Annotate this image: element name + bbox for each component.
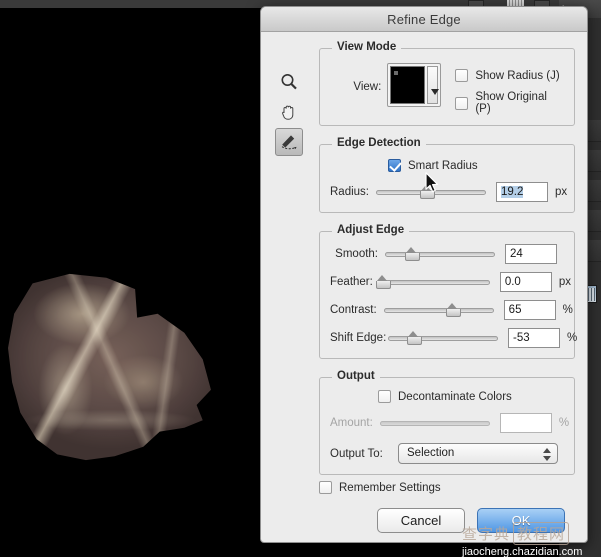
show-radius-row[interactable]: Show Radius (J) [455, 69, 564, 82]
remember-settings-row[interactable]: Remember Settings [319, 481, 575, 494]
hand-icon [279, 102, 299, 122]
shift-edge-slider-thumb[interactable] [407, 331, 420, 344]
watermark: 查字典教程网 jiaocheng.chazidian.com [462, 522, 601, 557]
radius-slider-thumb[interactable] [420, 185, 433, 198]
amount-input [500, 413, 552, 433]
contrast-row: Contrast: 65 % [330, 300, 564, 320]
decontaminate-colors-label: Decontaminate Colors [398, 391, 512, 403]
watermark-cn-right: 教程网 [513, 522, 569, 545]
magnifier-icon [279, 72, 299, 92]
dialog-titlebar[interactable]: Refine Edge [261, 7, 587, 32]
view-dropdown-arrow-icon[interactable] [427, 66, 439, 104]
view-checkboxes: Show Radius (J) Show Original (P) [455, 63, 564, 115]
adjust-edge-title: Adjust Edge [332, 224, 409, 236]
output-group: Output Decontaminate Colors Amount: % Ou… [319, 377, 575, 475]
output-to-row: Output To: Selection [330, 443, 564, 464]
watermark-cn-left: 查字典 [462, 525, 510, 543]
smart-radius-row[interactable]: Smart Radius [388, 159, 564, 172]
view-mode-group: View Mode View: Show Radius (J) [319, 48, 575, 126]
feather-input[interactable]: 0.0 [500, 272, 552, 292]
show-original-label: Show Original (P) [475, 91, 564, 115]
contrast-slider[interactable] [384, 302, 494, 318]
contrast-unit: % [563, 304, 573, 316]
view-preview-picker[interactable] [387, 63, 441, 107]
contrast-slider-thumb[interactable] [446, 303, 459, 316]
remember-settings-checkbox[interactable] [319, 481, 332, 494]
show-radius-label: Show Radius (J) [475, 70, 559, 82]
shift-edge-label: Shift Edge: [330, 332, 388, 344]
show-radius-checkbox[interactable] [455, 69, 468, 82]
output-to-value: Selection [407, 447, 454, 459]
edge-detection-group: Edge Detection Smart Radius Radius: 19.2… [319, 144, 575, 213]
zoom-tool[interactable] [275, 68, 303, 96]
hand-tool[interactable] [275, 98, 303, 126]
shift-edge-slider-track[interactable] [388, 336, 498, 341]
amount-row: Amount: % [330, 413, 564, 433]
feather-label: Feather: [330, 276, 380, 288]
view-label: View: [330, 63, 387, 93]
smooth-input[interactable]: 24 [505, 244, 557, 264]
output-title: Output [332, 370, 380, 382]
contrast-label: Contrast: [330, 304, 384, 316]
output-to-select[interactable]: Selection [398, 443, 558, 464]
smart-radius-checkbox[interactable] [388, 159, 401, 172]
radius-input[interactable]: 19.2 [496, 182, 548, 202]
refine-edge-dialog: Refine Edge [260, 6, 588, 543]
radius-value: 19.2 [501, 186, 523, 198]
decontaminate-colors-checkbox[interactable] [378, 390, 391, 403]
feather-row: Feather: 0.0 px [330, 272, 564, 292]
adjust-edge-group: Adjust Edge Smooth: 24 Feather: [319, 231, 575, 359]
decontaminate-row[interactable]: Decontaminate Colors [378, 390, 564, 403]
shift-edge-unit: % [567, 332, 577, 344]
remember-settings-label: Remember Settings [339, 482, 441, 494]
amount-slider [380, 415, 490, 431]
smooth-row: Smooth: 24 [330, 244, 564, 264]
watermark-url: jiaocheng.chazidian.com [462, 546, 601, 557]
feather-slider-track[interactable] [380, 280, 490, 285]
screen: ber Refine Edge [0, 0, 601, 557]
view-preview-swatch[interactable] [390, 66, 424, 104]
smooth-slider[interactable] [385, 246, 495, 262]
smooth-slider-thumb[interactable] [405, 247, 418, 260]
refine-brush-icon [279, 132, 299, 152]
view-row: View: Show Radius (J) Show Original (P) [330, 63, 564, 115]
rock-image [8, 272, 213, 462]
dialog-title: Refine Edge [387, 12, 461, 27]
amount-unit: % [559, 417, 569, 429]
feather-slider[interactable] [380, 274, 490, 290]
cancel-button[interactable]: Cancel [377, 508, 465, 533]
radius-unit: px [555, 186, 567, 198]
smooth-slider-track[interactable] [385, 252, 495, 257]
radius-row: Radius: 19.2 px [330, 182, 564, 202]
contrast-slider-track[interactable] [384, 308, 494, 313]
shift-edge-slider[interactable] [388, 330, 498, 346]
amount-slider-track [380, 421, 490, 426]
watermark-chinese: 查字典教程网 [462, 522, 601, 545]
amount-label: Amount: [330, 417, 380, 429]
radius-slider[interactable] [376, 184, 486, 200]
view-mode-title: View Mode [332, 41, 401, 53]
shift-edge-input[interactable]: -53 [508, 328, 560, 348]
refine-radius-tool[interactable] [275, 128, 303, 156]
dialog-body: View Mode View: Show Radius (J) [261, 32, 587, 543]
smart-radius-label: Smart Radius [408, 160, 478, 172]
show-original-row[interactable]: Show Original (P) [455, 91, 564, 115]
smooth-label: Smooth: [330, 248, 385, 260]
stepper-arrows-icon [543, 448, 551, 461]
show-original-checkbox[interactable] [455, 97, 468, 110]
contrast-input[interactable]: 65 [504, 300, 556, 320]
edge-detection-title: Edge Detection [332, 137, 426, 149]
tool-column [275, 68, 309, 158]
shift-edge-row: Shift Edge: -53 % [330, 328, 564, 348]
feather-unit: px [559, 276, 571, 288]
radius-label: Radius: [330, 186, 376, 198]
output-to-label: Output To: [330, 448, 388, 460]
feather-slider-thumb[interactable] [376, 275, 389, 288]
